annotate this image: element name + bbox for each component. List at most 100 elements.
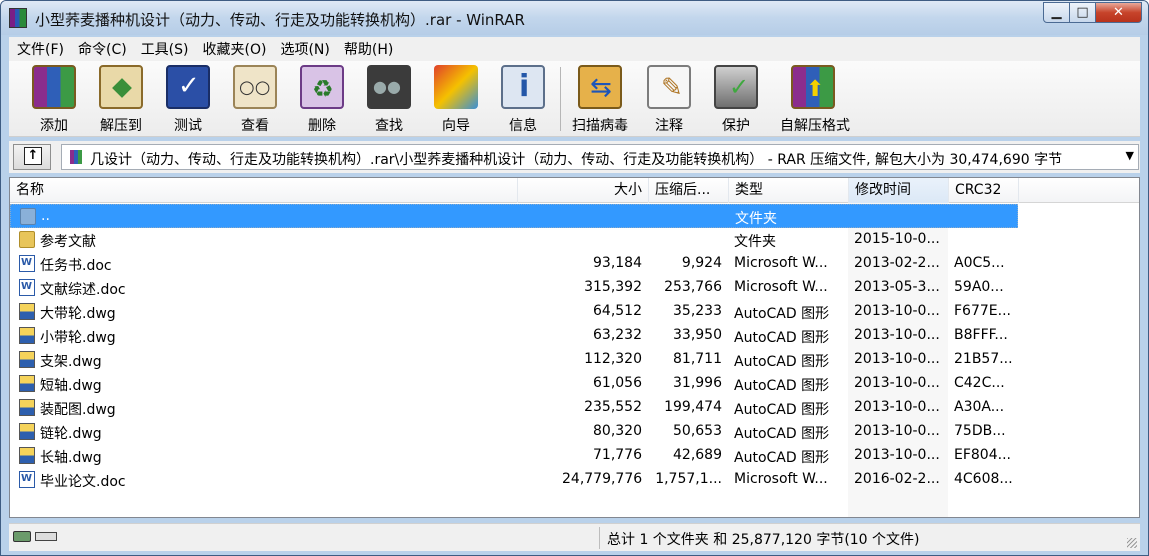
file-modified: 2013-02-2... [854,255,940,271]
file-size: 112,320 [584,351,642,367]
file-type: AutoCAD 图形 [734,378,830,394]
menu-options[interactable]: 选项(N) [272,39,335,59]
word-doc-icon [19,471,35,488]
dwg-file-icon [19,327,35,344]
file-crc: A0C5... [954,255,1005,271]
extract-to-button[interactable]: 解压到 [88,65,154,135]
file-type: Microsoft W... [734,471,828,487]
file-size: 24,779,776 [562,471,643,487]
dropdown-arrow-icon[interactable]: ▼ [1126,149,1134,162]
file-list[interactable]: 名称 大小 压缩后... 类型 修改时间 CRC32 ^ .. 文件夹 参考文献 文件… [9,177,1140,518]
window-title: 小型荞麦播种机设计（动力、传动、行走及功能转换机构）.rar - WinRAR [35,11,525,29]
file-modified: 2016-02-2... [854,471,940,487]
status-summary: 总计 1 个文件夹 和 25,877,120 字节(10 个文件) [607,532,920,548]
status-divider [599,527,600,549]
scan-virus-button[interactable]: 扫描病毒 [567,65,633,135]
file-name: 装配图.dwg [40,402,116,418]
menu-file[interactable]: 文件(F) [9,39,70,59]
menu-help[interactable]: 帮助(H) [336,39,399,59]
delete-button[interactable]: 删除 [289,65,355,135]
resize-grip[interactable] [1127,538,1137,548]
file-row[interactable]: 短轴.dwg 61,056 31,996 AutoCAD 图形 2013-10-0...… [10,372,1018,396]
file-name: 链轮.dwg [40,426,102,442]
view-icon [233,65,277,109]
menu-tools[interactable]: 工具(S) [133,39,195,59]
file-type: 文件夹 [734,234,776,250]
column-type[interactable]: 类型 [729,178,849,203]
dwg-file-icon [19,375,35,392]
file-crc: A30A... [954,399,1005,415]
folder-icon [20,208,36,225]
file-crc: 4C608... [954,471,1013,487]
drive-icon[interactable] [13,531,31,542]
word-doc-icon [19,255,35,272]
menu-commands[interactable]: 命令(C) [70,39,133,59]
file-packed-size: 31,996 [673,375,722,391]
dwg-file-icon [19,423,35,440]
dwg-file-icon [19,351,35,368]
file-packed-size: 35,233 [673,303,722,319]
test-icon [166,65,210,109]
maximize-button[interactable]: □ [1070,2,1096,23]
file-row[interactable]: 支架.dwg 112,320 81,711 AutoCAD 图形 2013-10-0..… [10,348,1018,372]
file-row[interactable]: 小带轮.dwg 63,232 33,950 AutoCAD 图形 2013-10-0..… [10,324,1018,348]
file-type: 文件夹 [735,211,777,227]
delete-icon [300,65,344,109]
file-size: 315,392 [584,279,642,295]
toolbar-separator [560,67,561,131]
column-name[interactable]: 名称 [10,178,518,203]
parent-folder-row[interactable]: .. 文件夹 [10,204,1018,228]
winrar-app-icon[interactable] [9,8,27,28]
file-crc: EF804... [954,447,1011,463]
find-button[interactable]: 查找 [356,65,422,135]
column-size[interactable]: 大小 [518,178,649,203]
file-type: Microsoft W... [734,255,828,271]
address-bar: ↑ 几设计（动力、传动、行走及功能转换机构）.rar\小型荞麦播种机设计（动力、… [9,141,1140,173]
comment-button[interactable]: 注释 [636,65,702,135]
column-crc[interactable]: CRC32 [949,178,1019,203]
add-button[interactable]: 添加 [21,65,87,135]
file-row[interactable]: 参考文献 文件夹 2015-10-0... [10,228,1018,252]
menu-bar: 文件(F) 命令(C) 工具(S) 收藏夹(O) 选项(N) 帮助(H) [9,37,1140,61]
file-modified: 2013-10-0... [854,447,940,463]
file-row[interactable]: 毕业论文.doc 24,779,776 1,757,1... Microsoft W.… [10,468,1018,492]
file-row[interactable]: 任务书.doc 93,184 9,924 Microsoft W... 2013-02-… [10,252,1018,276]
sfx-button[interactable]: 自解压格式 [780,65,850,135]
file-packed-size: 199,474 [664,399,722,415]
file-type: AutoCAD 图形 [734,426,830,442]
close-button[interactable]: ✕ [1096,2,1142,23]
dwg-file-icon [19,447,35,464]
path-combo[interactable]: 几设计（动力、传动、行走及功能转换机构）.rar\小型荞麦播种机设计（动力、传动… [61,144,1139,170]
window-controls: ▁ □ ✕ [1043,2,1142,23]
up-folder-button[interactable]: ↑ [13,144,51,170]
file-packed-size: 33,950 [673,327,722,343]
key-icon[interactable] [35,532,57,541]
minimize-button[interactable]: ▁ [1043,2,1070,23]
menu-favorites[interactable]: 收藏夹(O) [195,39,273,59]
file-size: 80,320 [593,423,642,439]
test-button[interactable]: 测试 [155,65,221,135]
file-crc: F677E... [954,303,1011,319]
file-type: AutoCAD 图形 [734,402,830,418]
file-crc: 59A0... [954,279,1004,295]
file-modified: 2013-10-0... [854,327,940,343]
protect-button[interactable]: 保护 [703,65,769,135]
column-packed[interactable]: 压缩后... [649,178,729,203]
file-name: 任务书.doc [40,258,112,274]
path-text: 几设计（动力、传动、行走及功能转换机构）.rar\小型荞麦播种机设计（动力、传动… [90,152,1063,168]
file-row[interactable]: 文献综述.doc 315,392 253,766 Microsoft W... 2013… [10,276,1018,300]
info-button[interactable]: 信息 [490,65,556,135]
title-bar[interactable]: 小型荞麦播种机设计（动力、传动、行走及功能转换机构）.rar - WinRAR … [1,1,1148,35]
file-crc: C42C... [954,375,1005,391]
file-row[interactable]: 大带轮.dwg 64,512 35,233 AutoCAD 图形 2013-10-0..… [10,300,1018,324]
file-modified: 2013-10-0... [854,351,940,367]
file-row[interactable]: 链轮.dwg 80,320 50,653 AutoCAD 图形 2013-10-0...… [10,420,1018,444]
up-arrow-icon: ↑ [24,147,42,165]
file-packed-size: 1,757,1... [655,471,722,487]
file-row[interactable]: 装配图.dwg 235,552 199,474 AutoCAD 图形 2013-10-0… [10,396,1018,420]
wizard-button[interactable]: 向导 [423,65,489,135]
file-modified: 2015-10-0... [854,231,940,247]
file-row[interactable]: 长轴.dwg 71,776 42,689 AutoCAD 图形 2013-10-0...… [10,444,1018,468]
file-type: AutoCAD 图形 [734,450,830,466]
view-button[interactable]: 查看 [222,65,288,135]
